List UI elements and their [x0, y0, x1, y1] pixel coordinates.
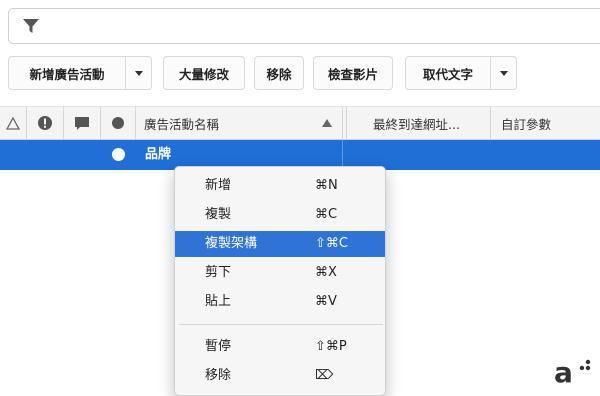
filter-bar[interactable]	[8, 8, 600, 44]
check-video-button[interactable]: 檢查影片	[313, 56, 393, 90]
check-video-label: 檢查影片	[327, 66, 378, 82]
comment-icon	[75, 116, 89, 130]
header-status-column[interactable]	[101, 107, 135, 139]
new-campaign-button[interactable]: 新增廣告活動	[8, 56, 126, 90]
menu-item-paste[interactable]: 貼上 ⌘V	[175, 289, 385, 315]
menu-item-pause[interactable]: 暫停 ⇧⌘P	[175, 334, 385, 360]
menu-item-cut[interactable]: 剪下 ⌘X	[175, 260, 385, 286]
toolbar: 新增廣告活動 大量修改 移除 檢查影片 取代文字	[0, 56, 600, 94]
header-final-url[interactable]: 最終到達網址...	[347, 107, 490, 139]
final-url-header-label: 最終到達網址...	[373, 116, 460, 132]
filter-icon[interactable]	[21, 16, 41, 36]
remove-label: 移除	[266, 66, 292, 82]
context-menu: 新增 ⌘N 複製 ⌘C 複製架構 ⇧⌘C 剪下 ⌘X 貼上 ⌘V 暫停 ⇧⌘P …	[174, 166, 386, 396]
caret-down-icon	[499, 70, 508, 76]
menu-item-copy-structure[interactable]: 複製架構 ⇧⌘C	[175, 231, 385, 257]
status-dot-icon	[112, 148, 125, 161]
replace-text-dropdown-button[interactable]	[491, 56, 517, 90]
status-dot-icon	[112, 117, 124, 129]
bulk-edit-button[interactable]: 大量修改	[163, 56, 245, 90]
header-error-column[interactable]	[27, 107, 63, 139]
replace-text-button[interactable]: 取代文字	[405, 56, 491, 90]
warning-triangle-icon	[6, 116, 20, 130]
menu-item-new[interactable]: 新增 ⌘N	[175, 173, 385, 199]
table-header: 廣告活動名稱 最終到達網址... 自訂參數	[0, 106, 600, 140]
bulk-edit-label: 大量修改	[178, 66, 229, 82]
menu-item-copy[interactable]: 複製 ⌘C	[175, 202, 385, 228]
remove-button[interactable]: 移除	[254, 56, 304, 90]
header-custom-params[interactable]: 自訂參數	[491, 107, 600, 139]
menu-separator	[179, 324, 383, 325]
campaign-name-cell: 品牌	[145, 147, 172, 162]
error-icon	[38, 116, 52, 130]
new-campaign-label: 新增廣告活動	[29, 66, 105, 82]
header-comment-column[interactable]	[64, 107, 100, 139]
custom-params-header-label: 自訂參數	[501, 116, 552, 132]
replace-text-label: 取代文字	[422, 66, 473, 82]
new-campaign-dropdown-button[interactable]	[126, 56, 152, 90]
sort-up-icon[interactable]	[322, 119, 332, 127]
menu-item-remove[interactable]: 移除 ⌦	[175, 363, 385, 389]
svg-text:a: a	[554, 356, 573, 386]
header-warning-column[interactable]	[0, 107, 26, 139]
header-campaign-name[interactable]: 廣告活動名稱	[136, 107, 342, 139]
campaign-name-header-label: 廣告活動名稱	[144, 116, 220, 132]
watermark-logo: a	[554, 356, 591, 386]
caret-down-icon	[134, 70, 143, 76]
